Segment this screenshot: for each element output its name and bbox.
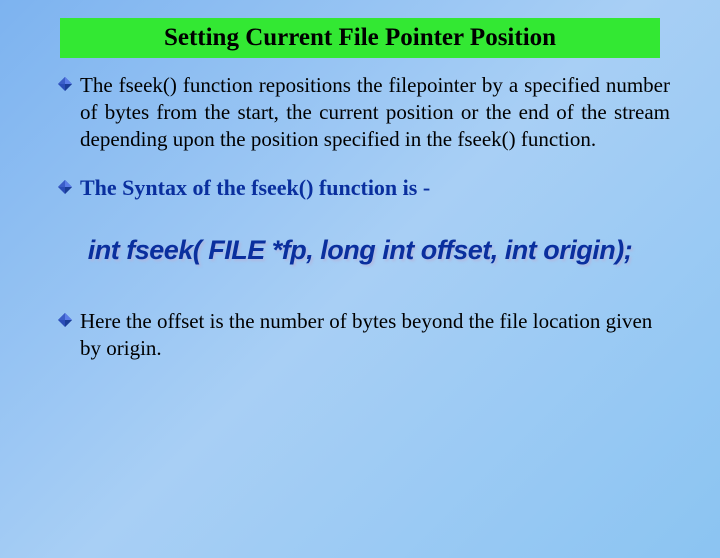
diamond-bullet-icon: [58, 180, 72, 194]
diamond-bullet-icon: [58, 313, 72, 327]
slide-content: The fseek() function repositions the fil…: [0, 58, 720, 361]
syntax-line: int fseek( FILE *fp, long int offset, in…: [50, 235, 670, 266]
bullet-item-3: Here the offset is the number of bytes b…: [50, 308, 670, 362]
bullet-item-1: The fseek() function repositions the fil…: [50, 72, 670, 153]
bullet-item-2: The Syntax of the fseek() function is -: [50, 175, 670, 201]
syntax-code-text: int fseek( FILE *fp, long int offset, in…: [88, 235, 632, 265]
bullet-text-1: The fseek() function repositions the fil…: [50, 72, 670, 153]
diamond-bullet-icon: [58, 77, 72, 91]
slide-title: Setting Current File Pointer Position: [60, 18, 660, 58]
bullet-text-3: Here the offset is the number of bytes b…: [50, 308, 670, 362]
bullet-text-2: The Syntax of the fseek() function is -: [50, 175, 670, 201]
